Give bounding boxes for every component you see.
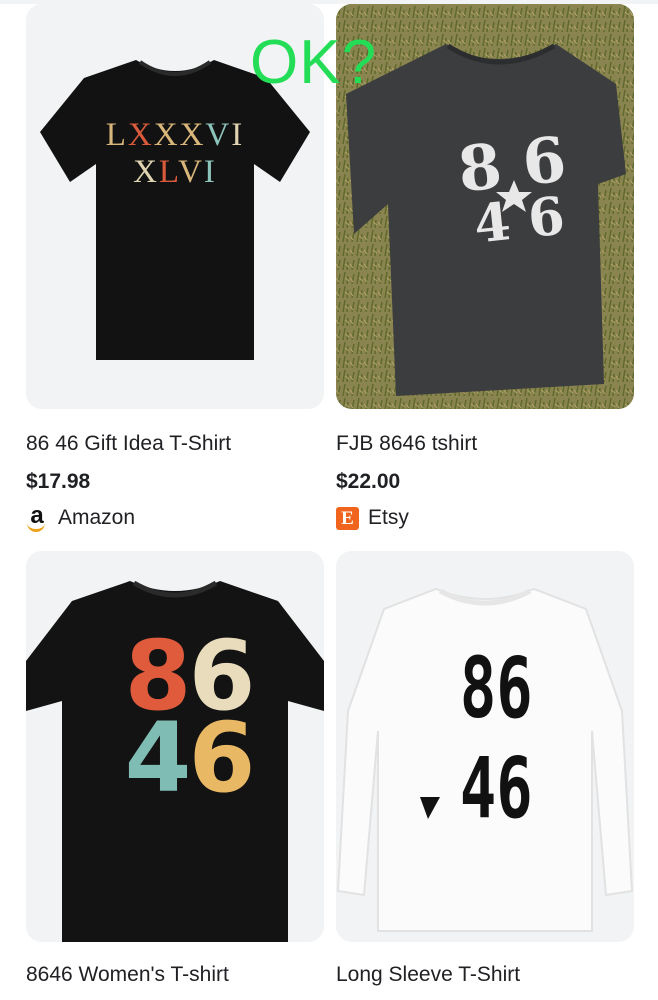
product-card[interactable]: 8 6 4 6 8646 Women's T-shirt — [26, 551, 324, 988]
merchant-name: Amazon — [58, 506, 136, 529]
shopping-results-page: LXXXVI XLVI 86 46 Gift Idea T-Shirt $17.… — [0, 0, 658, 1000]
product-card[interactable]: 86 46 Long Sleeve T-Shirt — [336, 551, 634, 988]
product-card[interactable]: 8 6 4 6 FJB 8646 tshirt $22.00 E Etsy — [336, 4, 634, 531]
black-womens-tshirt-image: 8 6 4 6 — [26, 551, 324, 942]
merchant-name: Etsy — [368, 506, 409, 529]
gray-tshirt-on-grass-image: 8 6 4 6 — [336, 4, 634, 409]
amazon-logo-icon: a — [26, 504, 48, 532]
product-image[interactable]: 8 6 4 6 — [336, 4, 634, 409]
shirt-print-digit: 4 — [125, 702, 192, 814]
shirt-print-digit: 6 — [189, 702, 256, 814]
handwritten-overlay-text: OK? — [250, 28, 378, 97]
product-title[interactable]: Long Sleeve T-Shirt — [336, 962, 634, 988]
product-image[interactable]: 8 6 4 6 — [26, 551, 324, 942]
shirt-print-line-1: 86 — [460, 640, 533, 738]
product-title[interactable]: 8646 Women's T-shirt — [26, 962, 324, 988]
merchant[interactable]: a Amazon — [26, 504, 324, 532]
product-price: $22.00 — [336, 470, 401, 493]
shirt-print-line-1: LXXXVI — [106, 117, 245, 153]
product-price: $17.98 — [26, 470, 91, 493]
etsy-logo-icon: E — [336, 506, 359, 530]
shirt-print-line-2: 46 — [460, 740, 533, 838]
product-image[interactable]: 86 46 — [336, 551, 634, 942]
merchant[interactable]: E Etsy — [336, 505, 634, 531]
product-title[interactable]: FJB 8646 tshirt — [336, 431, 634, 457]
white-long-sleeve-shirt-image: 86 46 — [336, 551, 634, 942]
shirt-print-line-2: XLVI — [133, 154, 217, 190]
product-title[interactable]: 86 46 Gift Idea T-Shirt — [26, 431, 324, 457]
